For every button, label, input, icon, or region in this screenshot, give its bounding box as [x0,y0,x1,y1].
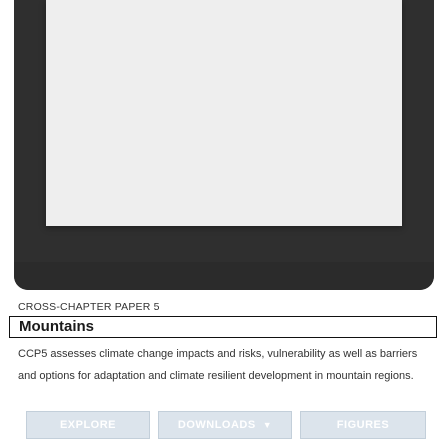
action-button-row: EXPLORE DOWNLOADS ▼ FIGURES [26,411,426,439]
explore-button-label: EXPLORE [59,419,117,431]
chevron-down-icon: ▼ [262,420,273,430]
laptop-image [14,0,434,290]
laptop-screen [46,0,402,226]
explore-button[interactable]: EXPLORE [26,411,150,439]
page: CROSS-CHAPTER PAPER 5 Mountains CCP5 ass… [0,0,448,448]
page-title: Mountains [19,318,94,335]
section-kicker: CROSS-CHAPTER PAPER 5 [18,301,160,313]
page-title-box: Mountains [9,316,437,338]
downloads-button-label: DOWNLOADS [177,419,256,431]
figures-button-label: FIGURES [336,419,390,431]
figures-button[interactable]: FIGURES [300,411,426,439]
laptop-base [14,262,434,290]
section-description: CCP5 assesses climate change impacts and… [18,348,418,382]
downloads-button[interactable]: DOWNLOADS ▼ [158,411,292,439]
